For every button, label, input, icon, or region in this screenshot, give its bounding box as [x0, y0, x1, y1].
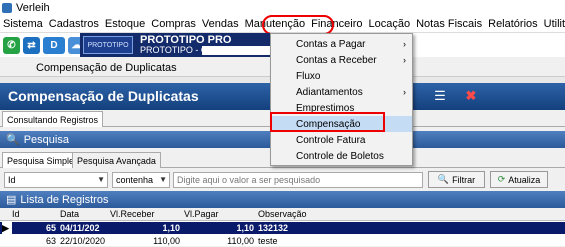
- col-pagar[interactable]: Vl.Pagar: [184, 208, 219, 220]
- col-observacao[interactable]: Observação: [258, 208, 307, 220]
- menu-locacao[interactable]: Locação: [366, 18, 414, 30]
- field-select-value: Id: [8, 175, 16, 185]
- filter-button-label: Filtrar: [452, 174, 476, 185]
- operator-select[interactable]: contenha ▼: [112, 172, 170, 188]
- menu-item-label: Controle Fatura: [296, 134, 366, 146]
- refresh-icon: ⟳: [497, 174, 506, 184]
- page-title: Compensação de Duplicatas: [8, 88, 199, 104]
- field-select[interactable]: Id ▼: [4, 172, 108, 188]
- menu-item-controle-boletos[interactable]: Controle de Boletos: [271, 148, 412, 164]
- menu-item-label: Adiantamentos: [296, 86, 363, 98]
- menu-item-contas-pagar[interactable]: Contas a Pagar ›: [271, 36, 412, 52]
- table-row[interactable]: ▶ 65 04/11/202 1,10 1,10 132132: [0, 222, 565, 234]
- menu-relatorios[interactable]: Relatórios: [485, 18, 541, 30]
- col-receber[interactable]: Vl.Receber: [110, 208, 155, 220]
- cell-pagar: 1,10: [236, 223, 254, 233]
- tab-pesquisa-avancada[interactable]: Pesquisa Avançada: [72, 152, 161, 168]
- row-marker: ▶: [2, 222, 12, 234]
- menu-lines-icon[interactable]: ☰: [432, 88, 448, 103]
- chevron-right-icon: ›: [403, 87, 406, 97]
- tab-compensacao[interactable]: Compensação de Duplicatas: [30, 59, 183, 76]
- table-header: Id Data Vl.Receber Vl.Pagar Observação: [0, 208, 565, 221]
- pesquisa-label: Pesquisa: [23, 133, 69, 146]
- cell-observacao: teste: [258, 236, 278, 246]
- search-input[interactable]: Digite aqui o valor a ser pesquisado: [173, 172, 423, 188]
- filter-row: Id ▼ contenha ▼ Digite aqui o valor a se…: [0, 170, 565, 190]
- cell-receber: 110,00: [153, 236, 180, 246]
- update-button-label: Atualiza: [508, 174, 541, 185]
- menu-item-contas-receber[interactable]: Contas a Receber ›: [271, 52, 412, 68]
- title-bar: Verleih: [0, 0, 565, 16]
- update-button[interactable]: ⟳ Atualiza: [490, 171, 548, 188]
- menu-sistema[interactable]: Sistema: [0, 18, 46, 30]
- cell-receber: 1,10: [162, 223, 180, 233]
- chevron-down-icon: ▼: [159, 175, 167, 184]
- delete-icon[interactable]: ✖: [463, 88, 479, 103]
- chevron-right-icon: ›: [403, 39, 406, 49]
- cell-id: 63: [45, 236, 56, 246]
- search-icon: 🔍: [437, 174, 450, 184]
- search-icon: 🔍: [6, 134, 20, 146]
- list-icon: ▤: [6, 194, 17, 206]
- lista-bar: ▤ Lista de Registros: [0, 191, 565, 208]
- sync-icon[interactable]: ⇄: [23, 36, 40, 54]
- whatsapp-icon[interactable]: ✆: [3, 36, 20, 54]
- cell-pagar: 110,00: [227, 236, 254, 246]
- cnpj-redacted: [202, 46, 272, 55]
- menu-item-label: Controle de Boletos: [296, 150, 384, 162]
- company-logo: PROTOTIPO: [83, 36, 133, 54]
- app-icon: [2, 3, 12, 13]
- menu-utilitarios[interactable]: Utilitários: [541, 18, 565, 30]
- menu-item-label: Fluxo: [296, 70, 321, 82]
- col-id[interactable]: Id: [12, 208, 20, 220]
- menu-item-label: Contas a Pagar: [296, 38, 366, 50]
- col-data[interactable]: Data: [60, 208, 79, 220]
- menu-item-controle-fatura[interactable]: Controle Fatura: [271, 132, 412, 148]
- table-row[interactable]: 63 22/10/2020 110,00 110,00 teste: [0, 235, 565, 247]
- menu-cadastros[interactable]: Cadastros: [46, 18, 102, 30]
- company-banner: PROTOTIPO PROTOTIPO PRO PROTOTIPO - CNPJ…: [80, 33, 284, 57]
- menu-estoque[interactable]: Estoque: [102, 18, 148, 30]
- menu-compras[interactable]: Compras: [148, 18, 199, 30]
- window-title: Verleih: [16, 2, 50, 14]
- d-logo-icon[interactable]: D: [43, 36, 65, 54]
- menu-item-adiantamentos[interactable]: Adiantamentos ›: [271, 84, 412, 100]
- financeiro-highlight: [262, 15, 334, 35]
- menu-notas-fiscais[interactable]: Notas Fiscais: [413, 18, 485, 30]
- operator-select-value: contenha: [116, 175, 154, 185]
- cell-data: 04/11/202: [60, 223, 100, 233]
- cell-id: 65: [45, 223, 56, 233]
- lista-label: Lista de Registros: [20, 193, 109, 206]
- menu-item-label: Contas a Receber: [296, 54, 377, 66]
- chevron-down-icon: ▼: [97, 175, 105, 184]
- cell-data: 22/10/2020: [60, 236, 106, 246]
- tab-consultando[interactable]: Consultando Registros: [2, 111, 104, 127]
- financeiro-dropdown: Contas a Pagar › Contas a Receber › Fluxo …: [270, 33, 413, 166]
- compensacao-highlight: [270, 112, 385, 132]
- cell-observacao: 132132: [258, 223, 289, 233]
- menu-item-fluxo[interactable]: Fluxo: [271, 68, 412, 84]
- filter-button[interactable]: 🔍 Filtrar: [428, 171, 485, 188]
- records-table: Id Data Vl.Receber Vl.Pagar Observação ▶…: [0, 208, 565, 246]
- menu-vendas[interactable]: Vendas: [199, 18, 242, 30]
- chevron-right-icon: ›: [403, 55, 406, 65]
